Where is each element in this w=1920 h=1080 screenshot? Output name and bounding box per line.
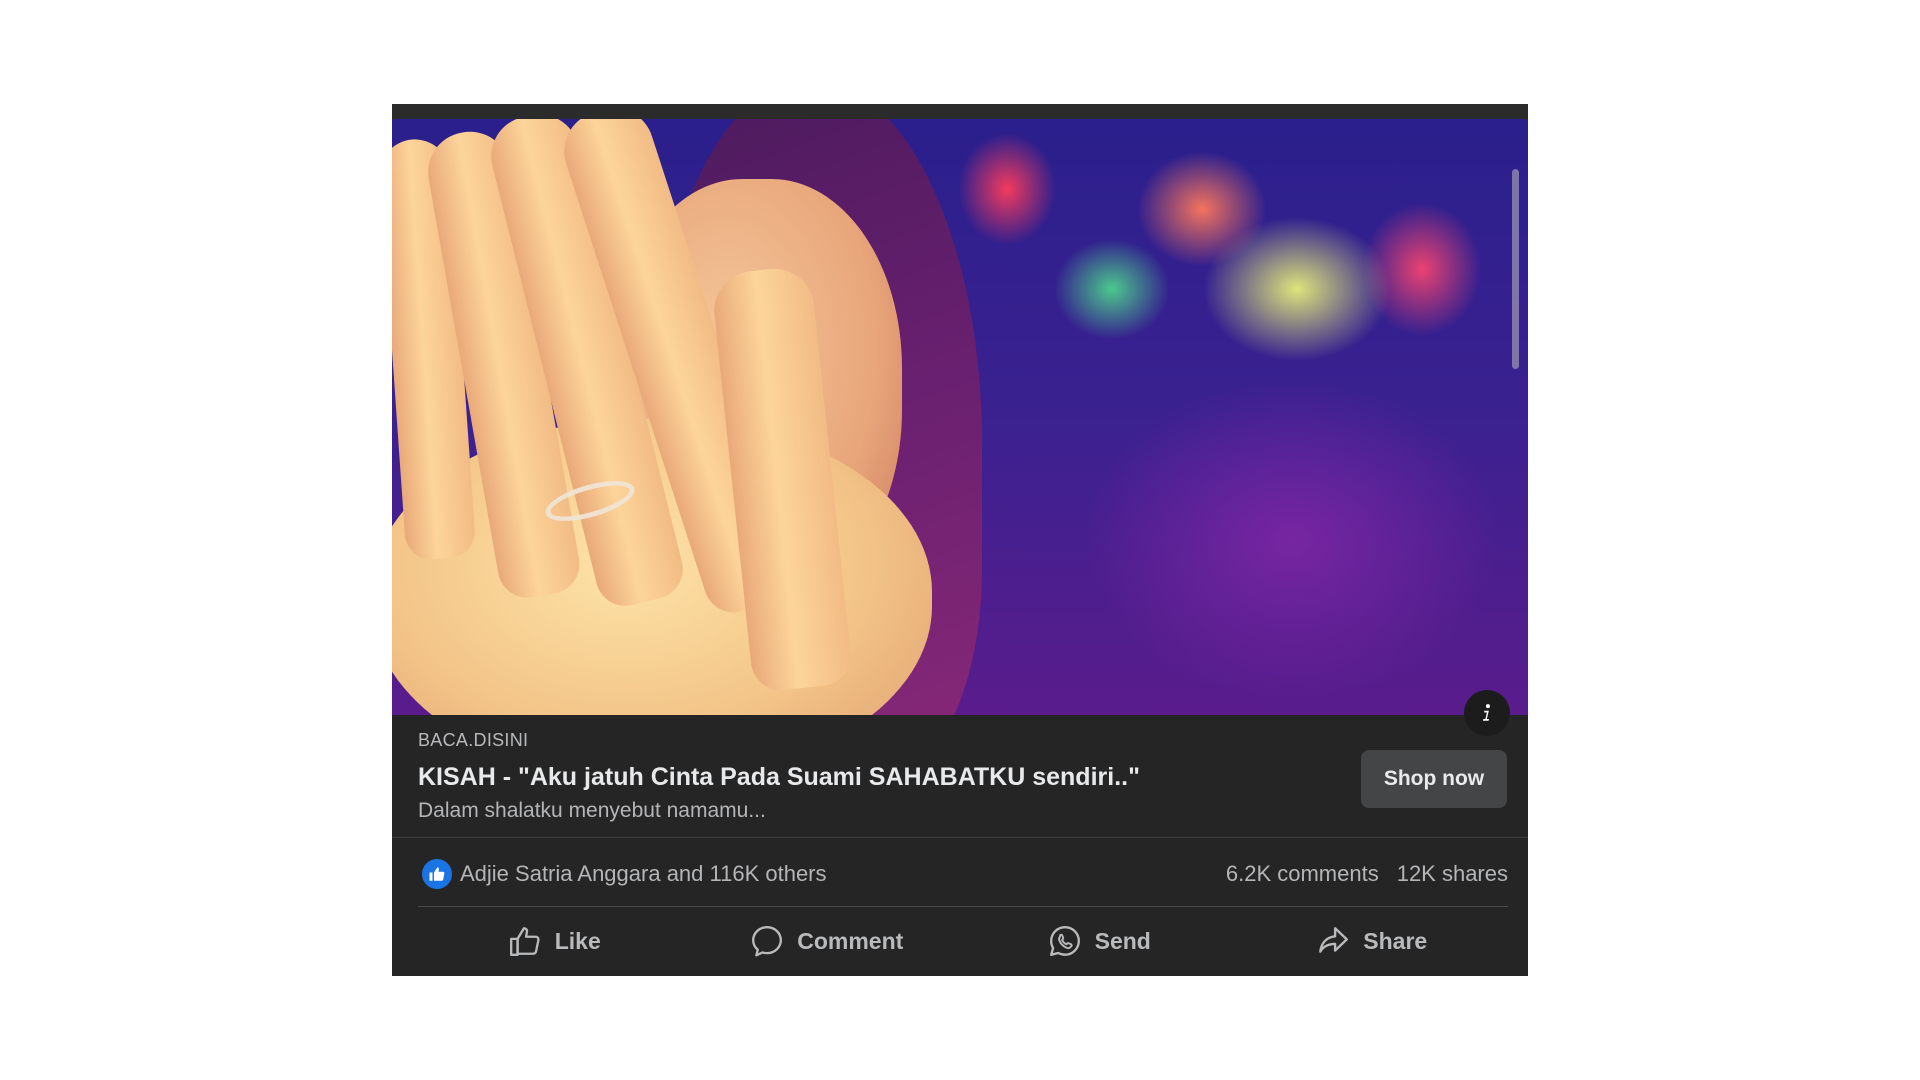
like-reaction-badge[interactable] xyxy=(422,859,452,889)
like-button[interactable]: Like xyxy=(418,912,691,970)
link-headline[interactable]: KISAH - "Aku jatuh Cinta Pada Suami SAHA… xyxy=(418,763,1338,792)
post-actions-bar: Like Comment Send Share xyxy=(418,912,1508,970)
like-label: Like xyxy=(554,927,601,954)
thumbs-up-icon xyxy=(509,927,540,956)
shop-now-button[interactable]: Shop now xyxy=(1361,750,1507,808)
engagement-counts: 6.2K comments 12K shares xyxy=(1226,861,1508,887)
actions-divider xyxy=(418,906,1508,907)
share-arrow-icon xyxy=(1319,927,1349,953)
comment-bubble-icon xyxy=(752,926,783,957)
preview-divider xyxy=(392,837,1528,838)
image-scrollbar[interactable] xyxy=(1512,169,1519,369)
comments-count[interactable]: 6.2K comments xyxy=(1226,861,1379,886)
share-button[interactable]: Share xyxy=(1236,912,1509,970)
engagement-stats: Adjie Satria Anggara and 116K others 6.2… xyxy=(418,855,1508,893)
send-label: Send xyxy=(1094,927,1151,954)
reactors-text[interactable]: Adjie Satria Anggara and 116K others xyxy=(460,861,827,887)
feed-post-card: BACA.DISINI KISAH - "Aku jatuh Cinta Pad… xyxy=(392,104,1528,976)
share-label: Share xyxy=(1363,927,1428,954)
link-description: Dalam shalatku menyebut namamu... xyxy=(418,799,766,822)
whatsapp-icon xyxy=(1049,926,1080,956)
ad-info-button[interactable] xyxy=(1464,690,1510,736)
post-top-edge xyxy=(392,104,1528,119)
link-preview[interactable]: BACA.DISINI KISAH - "Aku jatuh Cinta Pad… xyxy=(418,730,1338,823)
info-icon xyxy=(1482,704,1490,721)
comment-label: Comment xyxy=(797,927,904,954)
shares-count[interactable]: 12K shares xyxy=(1397,861,1508,886)
thumbs-up-icon xyxy=(429,867,445,881)
post-image[interactable] xyxy=(392,119,1528,715)
send-button[interactable]: Send xyxy=(963,912,1236,970)
link-domain: BACA.DISINI xyxy=(418,730,529,750)
comment-button[interactable]: Comment xyxy=(691,912,964,970)
